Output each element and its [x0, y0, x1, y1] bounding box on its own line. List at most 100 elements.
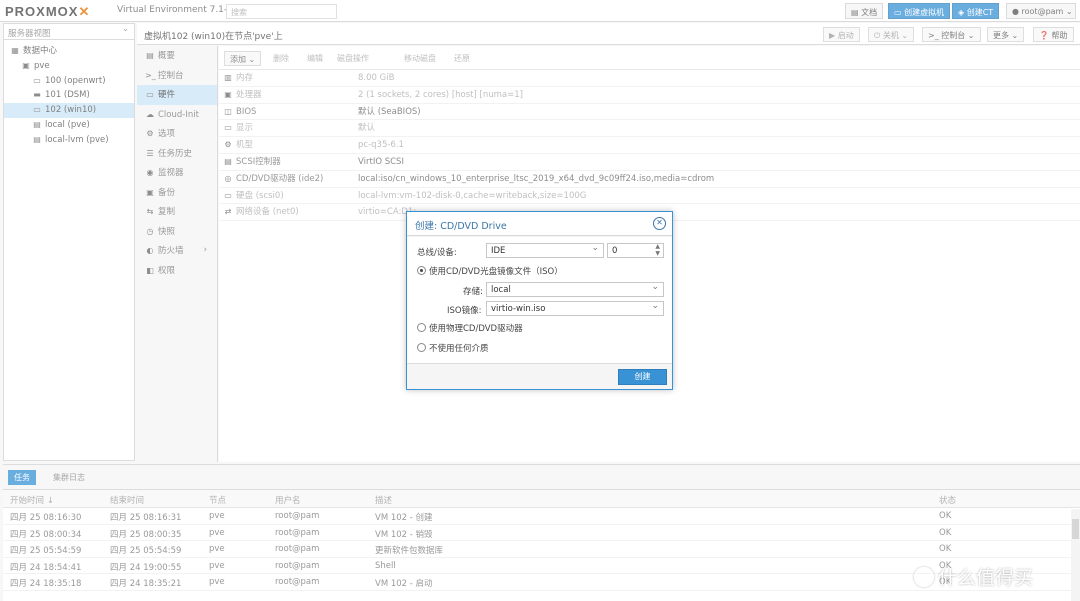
bus-select[interactable]: IDE — [486, 243, 604, 258]
vm-menu-item[interactable]: ◐ 防火墙 › — [137, 241, 217, 261]
chevron-down-icon: ⌄ — [1065, 7, 1073, 16]
table-cell: VM 102 - 启动 — [375, 579, 433, 590]
product-version: Virtual Environment 7.1-7 — [117, 5, 233, 15]
device-number-spinner[interactable]: 0 ▲ ▼ — [607, 243, 664, 258]
tree-node[interactable]: ▦ 数据中心 — [4, 44, 134, 59]
user-menu-button[interactable]: ● root@pam ⌄ — [1006, 3, 1076, 19]
vm-menu-item[interactable]: ◷ 快照 — [137, 222, 217, 242]
physical-drive-label[interactable]: 使用物理CD/DVD驱动器 — [429, 322, 523, 334]
search-input[interactable]: 搜索 — [226, 4, 337, 19]
create-vm-button[interactable]: ▭ 创建虚拟机 — [888, 3, 951, 19]
display-icon: ▭ — [224, 123, 232, 133]
column-header[interactable]: 描述 — [375, 494, 392, 506]
close-icon[interactable]: ✕ — [653, 217, 666, 230]
tab-tasks[interactable]: 任务 — [8, 470, 36, 485]
iso-image-select[interactable]: virtio-win.iso — [486, 301, 664, 316]
hardware-key: ⚙ 机型 — [223, 137, 253, 154]
console-button[interactable]: >_ 控制台 ⌄ — [922, 27, 981, 42]
tab-cluster-log[interactable]: 集群日志 — [47, 470, 91, 485]
vm-menu-item[interactable]: ⇆ 复制 — [137, 202, 217, 222]
column-header[interactable]: 用户名 — [275, 494, 301, 506]
vm-menu-item[interactable]: >_ 控制台 — [137, 66, 217, 86]
tree-node[interactable]: ▭ 102 (win10) — [4, 103, 134, 118]
vm-menu-item[interactable]: ☰ 任务历史 — [137, 144, 217, 164]
help-button[interactable]: ❓ 帮助 — [1033, 27, 1074, 42]
column-header[interactable]: 结束时间 — [110, 494, 144, 506]
table-row[interactable]: 四月 25 08:00:34 四月 25 08:00:35 pve root@pam V… — [3, 525, 1080, 542]
hw-toolbar-button[interactable]: 删除 — [268, 51, 294, 66]
table-cell: pve — [209, 527, 225, 538]
console-icon: >_ — [145, 70, 156, 80]
column-header[interactable]: 状态 — [939, 494, 956, 506]
iso-radio[interactable] — [417, 266, 426, 275]
vm-menu-label: 备份 — [158, 187, 176, 198]
table-cell: 四月 24 19:00:55 — [110, 562, 182, 573]
dialog-title: 创建: CD/DVD Drive — [415, 221, 507, 232]
hardware-key-label: 硬盘 (scsi0) — [236, 190, 284, 201]
physical-drive-radio[interactable] — [417, 323, 426, 332]
hardware-key-label: SCSI控制器 — [236, 156, 281, 167]
hardware-row[interactable]: ▭ 显示 默认 — [219, 120, 1080, 138]
hardware-value: 8.00 GiB — [358, 73, 395, 83]
hw-toolbar-button[interactable]: 移动磁盘 — [399, 51, 441, 66]
vm-menu-label: Cloud-Init — [158, 109, 199, 120]
vm-menu-label: 选项 — [158, 129, 176, 139]
task-table-header: 开始时间 ↓ 结束时间 节点 用户名 描述 状态 — [3, 490, 1080, 508]
table-cell: pve — [209, 511, 225, 521]
vm-icon: ▭ — [33, 105, 41, 115]
tree-node[interactable]: ▤ local (pve) — [4, 118, 134, 133]
datacenter-icon: ▦ — [11, 46, 19, 55]
hw-toolbar-button[interactable]: 编辑 — [302, 51, 328, 66]
table-cell: root@pam — [275, 511, 320, 521]
vm-menu-item[interactable]: ⚙ 选项 — [137, 124, 217, 144]
hw-toolbar-button[interactable]: 添加 ⌄ — [224, 51, 262, 66]
task-scrollbar-thumb[interactable] — [1072, 519, 1079, 539]
hardware-row[interactable]: ◎ CD/DVD驱动器 (ide2) local:iso/cn_windows_10… — [219, 171, 1080, 188]
table-cell: 四月 24 18:54:41 — [10, 562, 82, 573]
more-button[interactable]: 更多 ⌄ — [987, 27, 1025, 42]
summary-icon: ▤ — [146, 51, 154, 60]
resource-tree-panel: 服务器视图 ▦数据中心▣pve▭100 (openwrt)▬101 (DSM)▭… — [3, 23, 135, 461]
play-icon: ▶ — [829, 31, 838, 40]
start-button[interactable]: ▶ 启动 — [823, 27, 860, 42]
vm-menu-item[interactable]: ☁ Cloud-Init — [137, 105, 217, 125]
tree-node[interactable]: ▬ 101 (DSM) — [4, 88, 134, 103]
no-media-radio[interactable] — [417, 343, 426, 352]
hardware-row[interactable]: ▭ 硬盘 (scsi0) local-lvm:vm-102-disk-0,cache… — [219, 188, 1080, 205]
vm-menu-item[interactable]: ▣ 备份 — [137, 183, 217, 203]
column-header[interactable]: 开始时间 ↓ — [10, 494, 54, 506]
spinner-arrows-icon[interactable]: ▲ ▼ — [655, 243, 660, 257]
docs-button[interactable]: ▤ 文档 — [845, 3, 884, 19]
snapshot-icon: ◷ — [146, 226, 154, 236]
hardware-row[interactable]: ⚙ 机型 pc-q35-6.1 — [219, 137, 1080, 154]
shutdown-button[interactable]: ⏻ 关机 ⌄ — [868, 27, 915, 42]
hardware-row[interactable]: ◫ BIOS 默认 (SeaBIOS) — [219, 104, 1080, 121]
tree-node-label: 数据中心 — [23, 46, 58, 56]
view-selector[interactable]: 服务器视图 — [4, 24, 134, 40]
create-button[interactable]: 创建 — [618, 369, 667, 385]
table-cell: VM 102 - 创建 — [375, 513, 433, 523]
hw-toolbar-button[interactable]: 还原 — [449, 51, 475, 66]
no-media-label[interactable]: 不使用任何介质 — [429, 342, 489, 354]
storage-select[interactable]: local — [486, 282, 664, 297]
iso-radio-label[interactable]: 使用CD/DVD光盘镜像文件（ISO） — [429, 265, 563, 277]
hardware-row[interactable]: ▥ 内存 8.00 GiB — [219, 70, 1080, 87]
storage-label: 存储: — [463, 287, 483, 297]
hardware-key: ▭ 硬盘 (scsi0) — [223, 188, 284, 205]
tree-node[interactable]: ▤ local-lvm (pve) — [4, 133, 134, 148]
vm-menu-item[interactable]: ▤ 概要 — [137, 46, 217, 66]
table-row[interactable]: 四月 25 08:16:30 四月 25 08:16:31 pve root@pam V… — [3, 508, 1080, 525]
tree-node[interactable]: ▭ 100 (openwrt) — [4, 74, 134, 89]
column-header[interactable]: 节点 — [209, 494, 226, 506]
hardware-row[interactable]: ▤ SCSI控制器 VirtIO SCSI — [219, 154, 1080, 171]
vm-menu-item[interactable]: ◧ 权限 — [137, 261, 217, 281]
hw-toolbar-button[interactable]: 磁盘操作 — [332, 51, 374, 66]
hardware-key: ▭ 显示 — [223, 120, 253, 137]
create-ct-button[interactable]: ◈ 创建CT — [952, 3, 1000, 19]
monitor-icon: ◉ — [146, 168, 154, 177]
hardware-row[interactable]: ▣ 处理器 2 (1 sockets, 2 cores) [host] [numa=… — [219, 87, 1080, 104]
table-row[interactable]: 四月 25 05:54:59 四月 25 05:54:59 pve root@pam 更… — [3, 541, 1080, 558]
vm-menu-item[interactable]: ◉ 监视器 — [137, 163, 217, 183]
tree-node[interactable]: ▣ pve — [4, 59, 134, 74]
vm-menu-item[interactable]: ▭ 硬件 — [137, 85, 217, 105]
